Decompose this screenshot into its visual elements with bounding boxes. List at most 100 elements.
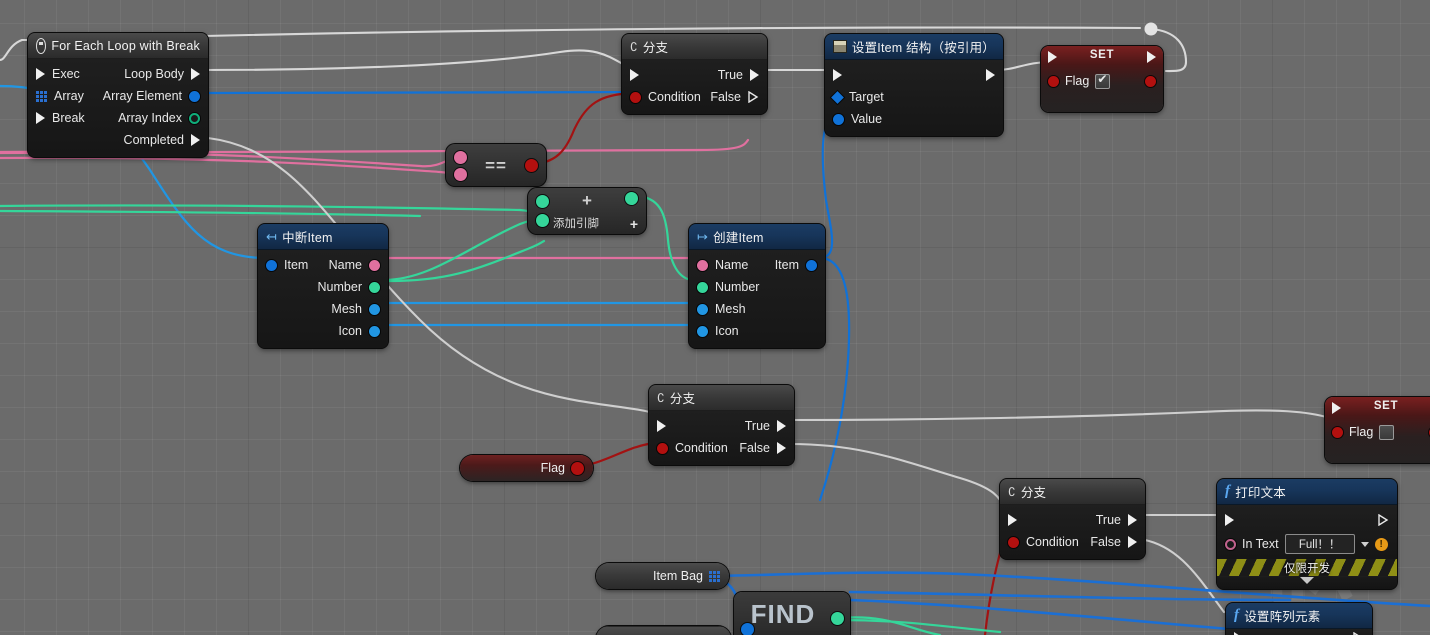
output-pin-false[interactable]: False [710, 90, 767, 104]
node-find[interactable]: FIND [734, 592, 850, 635]
in-text-input[interactable]: Full！！ [1284, 534, 1355, 554]
red-dot-pin-icon[interactable] [571, 461, 584, 475]
node-make-item[interactable]: ↦ 创建Item Name Item Number Mesh Icon [689, 224, 825, 348]
node-set-flag-right[interactable]: SET Flag [1325, 397, 1430, 463]
blue-dot-pin-icon [806, 259, 817, 271]
input-pin-exec[interactable] [622, 69, 639, 81]
input-pin-target[interactable]: Target [825, 90, 884, 104]
output-pin-mesh[interactable]: Mesh [331, 302, 388, 316]
green-dot-pin-icon-out[interactable] [625, 192, 638, 205]
input-pin-exec[interactable] [649, 420, 666, 432]
input-pin-exec[interactable] [825, 69, 842, 81]
output-pin-true[interactable]: True [718, 68, 767, 82]
output-pin-icon[interactable]: Icon [338, 324, 388, 338]
input-pin-mesh[interactable]: Mesh [689, 302, 746, 316]
exec-pin-icon [1225, 514, 1234, 526]
exec-pin-icon-in[interactable] [1048, 51, 1057, 63]
expander-arrow-icon[interactable] [1300, 577, 1314, 584]
node-title: 分支 [669, 392, 696, 406]
pin-label: Mesh [331, 302, 362, 316]
set-variable-label: Flag [1065, 74, 1090, 88]
input-pin-exec[interactable] [1000, 514, 1017, 526]
pin-row [1226, 631, 1372, 635]
red-dot-pin-icon-out[interactable] [1145, 75, 1156, 87]
input-pin-number[interactable]: Number [689, 280, 759, 294]
node-header[interactable]: 设置Item 结构（按引用） [825, 34, 1003, 60]
node-for-each-loop-with-break[interactable]: For Each Loop with Break Exec Loop Body … [28, 33, 208, 157]
node-item-bag-variable-get[interactable]: Item Bag [596, 563, 729, 589]
node-title: 中断Item [282, 231, 333, 245]
node-header[interactable]: ∁ 分支 [622, 34, 767, 60]
output-pin-exec[interactable] [1378, 514, 1397, 526]
output-pin-true[interactable]: True [745, 419, 794, 433]
node-header[interactable]: ∁ 分支 [649, 385, 794, 411]
output-pin-true[interactable]: True [1096, 513, 1145, 527]
pin-row: Mesh [258, 298, 388, 320]
pin-row: Target [825, 86, 1003, 108]
red-dot-pin-icon[interactable] [1332, 426, 1343, 438]
node-set-flag-top[interactable]: SET Flag [1041, 46, 1163, 112]
input-pin-icon[interactable]: Icon [689, 324, 739, 338]
loop-icon [36, 37, 47, 54]
node-equal-compare[interactable]: == [446, 144, 546, 186]
warning-icon[interactable]: ! [1374, 537, 1388, 551]
output-pin-completed[interactable]: Completed [124, 133, 208, 147]
node-title: 设置阵列元素 [1244, 610, 1321, 624]
input-pin-array[interactable]: Array [28, 89, 84, 103]
node-flag-variable-get[interactable]: Flag [460, 455, 593, 481]
input-pin-break[interactable]: Break [28, 111, 85, 125]
node-add-pin[interactable]: + 添加引脚 + [528, 188, 646, 234]
add-pin-plus-icon[interactable]: + [630, 216, 638, 232]
array-grid-icon[interactable] [709, 570, 720, 582]
input-pin-exec[interactable]: Exec [28, 67, 80, 81]
node-body: True Condition False [622, 60, 767, 114]
node-branch-middle[interactable]: ∁ 分支 True Condition False [649, 385, 794, 465]
output-pin-false[interactable]: False [1090, 535, 1145, 549]
exec-pin-icon [36, 68, 45, 80]
pin-row: Mesh [689, 298, 825, 320]
input-pin-item[interactable]: Item [258, 258, 308, 272]
input-pin-condition[interactable]: Condition [1000, 535, 1079, 549]
node-branch-top[interactable]: ∁ 分支 True Condition False [622, 34, 767, 114]
output-pin-loop-body[interactable]: Loop Body [124, 67, 208, 81]
input-pin-in-text[interactable]: In Text Full！！ ! [1217, 534, 1388, 554]
node-variable-get-clipped[interactable] [596, 626, 731, 635]
green-dot-pin-icon-out[interactable] [831, 612, 844, 625]
output-pin-array-index[interactable]: Array Index [118, 111, 208, 125]
exec-pin-icon-in[interactable] [1332, 402, 1341, 414]
chevron-down-icon[interactable] [1360, 541, 1369, 547]
exec-pin-icon-out[interactable] [1147, 51, 1156, 63]
add-pin-label[interactable]: 添加引脚 [528, 215, 624, 231]
output-pin-name[interactable]: Name [329, 258, 388, 272]
red-dot-pin-icon[interactable] [1048, 75, 1059, 87]
node-set-item-struct-by-ref[interactable]: 设置Item 结构（按引用） Target Value [825, 34, 1003, 136]
input-pin-exec[interactable] [1217, 514, 1234, 526]
node-header[interactable]: ↦ 创建Item [689, 224, 825, 250]
input-pin-condition[interactable]: Condition [622, 90, 701, 104]
blueprint-graph-canvas[interactable]: 蓝图 [0, 0, 1430, 635]
node-print-text[interactable]: f 打印文本 In Text Full！！ ! 仅限开发 [1217, 479, 1397, 589]
input-pin-value[interactable]: Value [825, 112, 882, 126]
output-pin-array-element[interactable]: Array Element [103, 89, 208, 103]
node-branch-bottom[interactable]: ∁ 分支 True Condition False [1000, 479, 1145, 559]
flag-checkbox[interactable] [1379, 424, 1395, 440]
node-header[interactable]: ↤ 中断Item [258, 224, 388, 250]
node-header[interactable]: f 设置阵列元素 [1226, 603, 1372, 629]
input-pin-name[interactable]: Name [689, 258, 748, 272]
output-pin-item[interactable]: Item [775, 258, 825, 272]
node-header[interactable]: ∁ 分支 [1000, 479, 1145, 505]
node-header[interactable]: f 打印文本 [1217, 479, 1397, 505]
exec-pin-icon [986, 69, 995, 81]
flag-checkbox[interactable] [1095, 72, 1111, 89]
node-header[interactable]: For Each Loop with Break [28, 33, 208, 59]
node-break-item[interactable]: ↤ 中断Item Item Name Number Mesh Icon [258, 224, 388, 348]
output-pin-false[interactable]: False [739, 441, 794, 455]
pin-label: Completed [123, 133, 184, 147]
pin-row: Condition False [649, 437, 794, 459]
cyan-dot-pin-icon [369, 325, 380, 337]
red-dot-pin-icon-out[interactable] [525, 159, 538, 172]
output-pin-number[interactable]: Number [318, 280, 388, 294]
output-pin-exec[interactable] [986, 69, 1003, 81]
node-set-array-elem[interactable]: f 设置阵列元素 [1226, 603, 1372, 635]
input-pin-condition[interactable]: Condition [649, 441, 728, 455]
